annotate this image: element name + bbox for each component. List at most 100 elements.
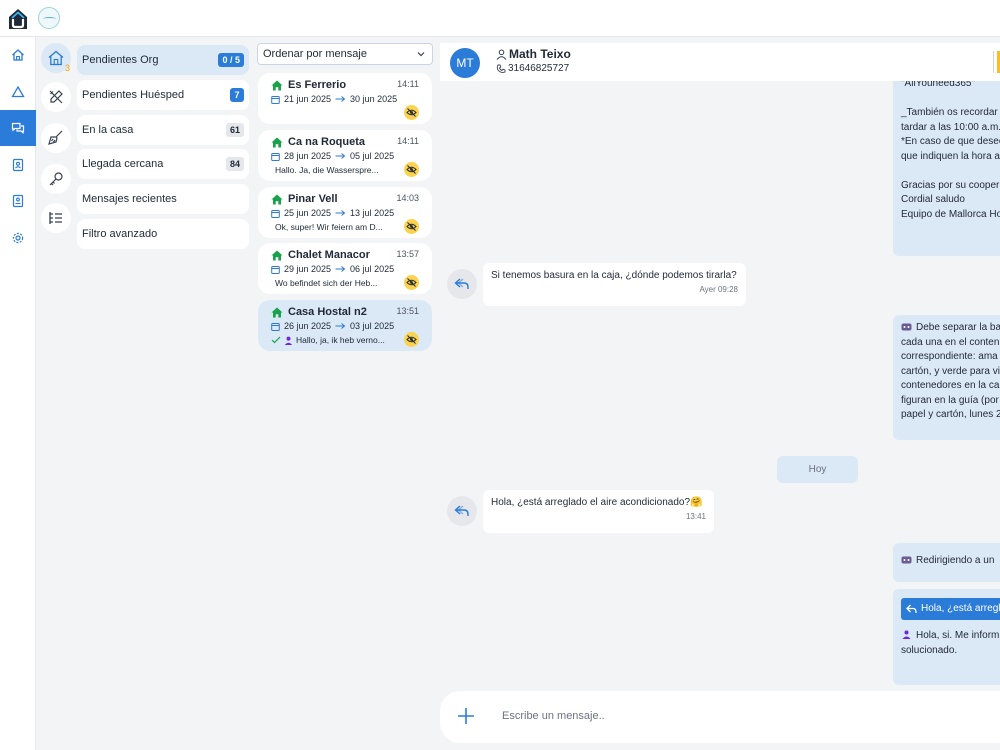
sort-select[interactable]: Ordenar por mensaje	[257, 43, 433, 65]
conversation-item[interactable]: Pinar Vell 14:03 25 jun 2025 13 jul 2025…	[258, 187, 432, 238]
category-pendientes-org[interactable]: Pendientes Org 0 / 5	[77, 45, 249, 75]
avatar[interactable]: MT	[450, 48, 480, 78]
hide-conversation-button[interactable]	[404, 162, 419, 177]
add-attachment-icon[interactable]	[456, 706, 476, 726]
message-time: 14:11	[397, 79, 419, 89]
header-divider	[993, 51, 994, 73]
message-time: Ayer 09:28	[699, 285, 738, 294]
broom-icon	[48, 130, 63, 145]
checkout-date: 06 jul 2025	[350, 264, 395, 274]
booking-dates: 25 jun 2025 13 jul 2025	[271, 208, 394, 218]
arrow-right-icon	[335, 96, 346, 102]
checkin-date: 26 jun 2025	[284, 321, 332, 331]
arrow-right-icon	[335, 266, 346, 272]
category-icon-cleaning[interactable]	[41, 123, 71, 153]
message-line-first: Hola, si. Me inform	[901, 629, 999, 644]
phone-icon	[496, 64, 506, 73]
hide-conversation-button[interactable]	[404, 219, 419, 234]
message-text: Si tenemos basura en la caja, ¿dónde pod…	[491, 270, 737, 281]
contact-name-row: Math Teixo	[496, 47, 571, 61]
category-label: Pendientes Huésped	[82, 89, 185, 101]
tools-icon	[49, 90, 63, 104]
message-line	[901, 92, 992, 107]
category-label: En la casa	[82, 124, 134, 136]
checkin-date: 29 jun 2025	[284, 264, 332, 274]
house-icon	[271, 194, 283, 205]
category-icon-maintenance[interactable]	[41, 82, 71, 112]
booking-dates: 28 jun 2025 05 jul 2025	[271, 151, 394, 161]
day-separator: Hoy	[777, 456, 858, 483]
category-llegada-cercana[interactable]: Llegada cercana 84	[77, 149, 249, 179]
message-line: Debe separar la ba	[916, 322, 1000, 333]
house-icon	[271, 137, 283, 148]
category-badge: 0 / 5	[218, 53, 244, 67]
message-line: _También os recordar	[901, 107, 998, 118]
eye-off-icon	[406, 335, 417, 344]
nav-alerts[interactable]	[0, 74, 36, 110]
app-logo-icon[interactable]	[8, 8, 28, 30]
quoted-message[interactable]: Hola, ¿está arregla	[901, 598, 1000, 620]
hide-conversation-button[interactable]	[404, 332, 419, 347]
eye-off-icon	[406, 108, 417, 117]
check-icon	[271, 336, 281, 344]
hide-conversation-button[interactable]	[404, 275, 419, 290]
category-icon-list[interactable]	[41, 203, 71, 233]
category-icon-pending[interactable]: 3	[41, 43, 71, 73]
user-icon	[496, 49, 507, 60]
category-label: Mensajes recientes	[82, 193, 177, 205]
reply-button[interactable]	[447, 496, 477, 526]
message-time: 13:41	[685, 512, 706, 521]
pending-count: 3	[65, 63, 71, 73]
nav-messages[interactable]	[0, 110, 36, 146]
incoming-message: Hola, ¿está arreglado el aire acondicion…	[483, 490, 714, 533]
top-bar	[0, 0, 1000, 37]
list-icon	[49, 212, 62, 224]
property-name: Casa Hostal n2	[288, 306, 367, 318]
nav-address-book[interactable]	[0, 183, 36, 219]
calendar-icon	[271, 265, 280, 274]
message-line: solucionado.	[901, 644, 958, 656]
message-line: contenedores en la ca	[901, 380, 1000, 391]
category-pendientes-huesped[interactable]: Pendientes Huésped 7	[77, 80, 249, 110]
arrow-right-icon	[335, 153, 346, 159]
house-icon	[271, 307, 283, 318]
nav-settings[interactable]	[0, 220, 36, 256]
nav-contacts[interactable]	[0, 147, 36, 183]
message-time: 13:51	[396, 306, 419, 316]
calendar-icon	[271, 322, 280, 331]
message-input[interactable]	[502, 705, 902, 727]
nav-home[interactable]	[0, 37, 36, 73]
message-line: que indiquen la hora a	[901, 150, 1000, 162]
category-mensajes-recientes[interactable]: Mensajes recientes	[77, 184, 249, 214]
conversation-item-active[interactable]: Casa Hostal n2 13:51 26 jun 2025 03 jul …	[258, 300, 432, 351]
checkout-date: 05 jul 2025	[350, 151, 395, 161]
conversation-item[interactable]: Chalet Manacor 13:57 29 jun 2025 06 jul …	[258, 243, 432, 294]
brand-logo-icon[interactable]	[38, 7, 60, 29]
category-icon-arrival[interactable]	[41, 164, 71, 194]
conversation-item[interactable]: Es Ferrerio 14:11 21 jun 2025 30 jun 202…	[258, 73, 432, 124]
checkout-date: 13 jul 2025	[350, 208, 395, 218]
message-line: Gracias por su cooper	[901, 179, 1000, 191]
message-line: correspondiente: ama	[901, 351, 998, 362]
property-name: Chalet Manacor	[288, 249, 370, 261]
contact-phone[interactable]: 31646825727	[508, 63, 569, 74]
category-en-la-casa[interactable]: En la casa 61	[77, 115, 249, 145]
conversation-item[interactable]: Ca na Roqueta 14:11 28 jun 2025 05 jul 2…	[258, 130, 432, 181]
chat-panel: "AllYouneed365" _También os recordar tar…	[440, 37, 1000, 750]
contact-name[interactable]: Math Teixo	[509, 47, 571, 61]
checkin-date: 28 jun 2025	[284, 151, 332, 161]
home-icon	[12, 49, 24, 61]
category-label: Pendientes Org	[82, 54, 159, 66]
category-label: Filtro avanzado	[82, 228, 158, 240]
message-text: Hola, ¿está arreglado el aire acondicion…	[491, 497, 703, 508]
reply-button[interactable]	[447, 269, 477, 299]
checkin-date: 25 jun 2025	[284, 208, 332, 218]
category-badge: 7	[230, 88, 244, 102]
category-filtro-avanzado[interactable]: Filtro avanzado	[77, 219, 249, 249]
reply-icon	[906, 604, 917, 613]
contact-phone-row: 31646825727	[496, 63, 569, 74]
message-line	[901, 164, 992, 179]
hide-conversation-button[interactable]	[404, 105, 419, 120]
arrow-right-icon	[335, 210, 346, 216]
settings-icon	[12, 232, 24, 244]
